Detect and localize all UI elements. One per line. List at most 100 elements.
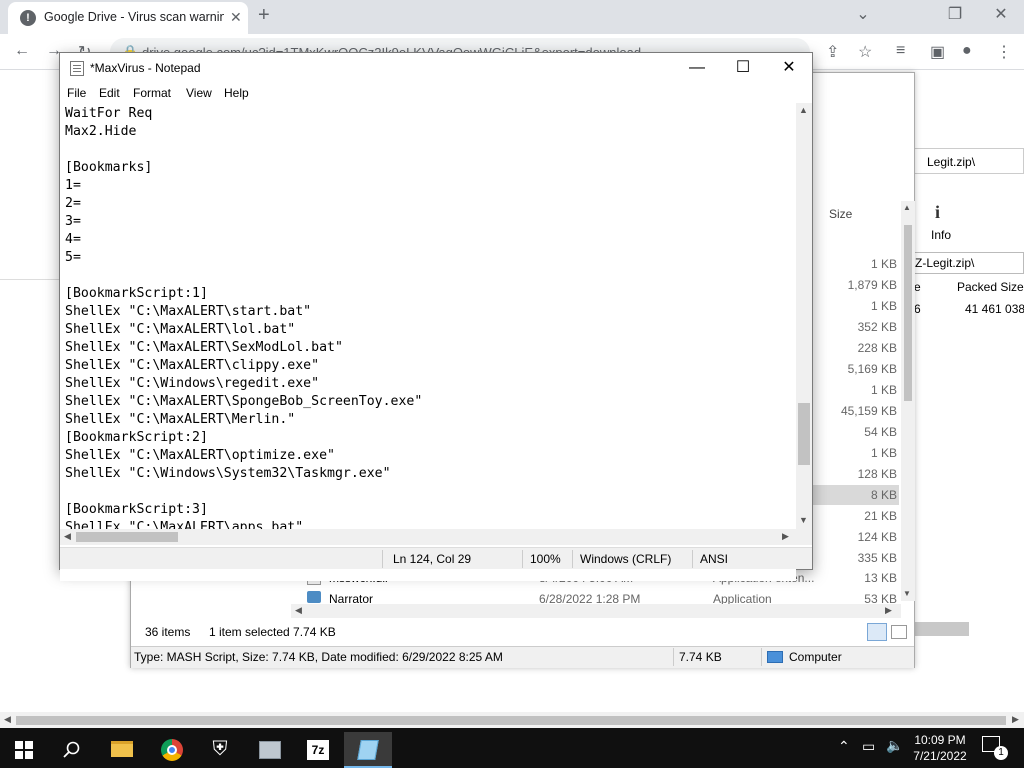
scroll-left-icon[interactable]: ◀ bbox=[4, 714, 11, 725]
computer-icon bbox=[259, 741, 281, 759]
start-button[interactable] bbox=[0, 732, 48, 768]
profile-icon[interactable]: ● bbox=[962, 42, 972, 60]
notepad-taskbar-button[interactable] bbox=[344, 732, 392, 768]
scroll-left-icon[interactable]: ◀ bbox=[64, 531, 71, 542]
vertical-scrollbar[interactable]: ▲ ▼ bbox=[796, 103, 812, 529]
security-taskbar-button[interactable]: ⛨ bbox=[196, 732, 244, 768]
file-size: 128 KB bbox=[857, 467, 897, 481]
file-size: 8 KB bbox=[870, 488, 897, 502]
scroll-up-icon[interactable]: ▲ bbox=[903, 203, 911, 212]
clock[interactable]: 10:09 PM 7/21/2022 bbox=[910, 732, 970, 764]
status-separator bbox=[692, 550, 693, 568]
scroll-thumb[interactable] bbox=[904, 225, 912, 401]
sevenzip-hscroll-thumb[interactable] bbox=[913, 622, 969, 636]
menu-edit[interactable]: Edit bbox=[99, 86, 120, 100]
narrator-icon bbox=[307, 591, 321, 603]
editor-line: 1= bbox=[65, 178, 81, 193]
file-size: 352 KB bbox=[857, 320, 897, 334]
share-icon[interactable]: ⇪ bbox=[826, 42, 839, 62]
maximize-button[interactable]: ☐ bbox=[720, 53, 766, 83]
close-tab-icon[interactable]: ✕ bbox=[230, 9, 242, 26]
page-divider bbox=[0, 70, 60, 280]
bookmark-star-icon[interactable]: ☆ bbox=[858, 42, 872, 62]
scroll-right-icon[interactable]: ▶ bbox=[1012, 714, 1019, 725]
editor-line: 3= bbox=[65, 214, 81, 229]
editor-line: [BookmarkScript:1] bbox=[65, 286, 208, 301]
scroll-left-icon[interactable]: ◀ bbox=[295, 605, 302, 616]
chrome-taskbar-button[interactable] bbox=[148, 732, 196, 768]
thumbnail-view-icon[interactable] bbox=[891, 625, 907, 639]
info-label[interactable]: Info bbox=[931, 228, 951, 242]
text-editor[interactable]: WaitFor Req Max2.Hide [Bookmarks] 1= 2= 3= 4=… bbox=[60, 103, 796, 581]
scroll-thumb[interactable] bbox=[798, 403, 810, 465]
restore-icon[interactable]: ❐ bbox=[932, 4, 978, 24]
volume-icon[interactable]: 🔈 bbox=[886, 737, 903, 754]
editor-line: Max2.Hide bbox=[65, 124, 137, 139]
network-icon[interactable]: ▭ bbox=[862, 738, 875, 755]
sevenzip-col-partial: e bbox=[914, 280, 921, 294]
app-taskbar-button[interactable] bbox=[246, 732, 294, 768]
editor-line: [BookmarkScript:3] bbox=[65, 502, 208, 517]
back-icon[interactable]: ← bbox=[14, 42, 30, 60]
file-size: 124 KB bbox=[857, 530, 897, 544]
media-icon[interactable]: ≡ bbox=[896, 42, 905, 60]
menu-format[interactable]: Format bbox=[133, 86, 171, 100]
status-separator bbox=[522, 550, 523, 568]
info-icon[interactable]: i bbox=[935, 202, 940, 223]
explorer-vertical-scrollbar[interactable]: ▲ ▼ bbox=[901, 201, 915, 601]
line-ending: Windows (CRLF) bbox=[580, 552, 672, 566]
close-button[interactable]: ✕ bbox=[766, 53, 812, 83]
notepad-window: *MaxVirus - Notepad — ☐ ✕ File Edit Form… bbox=[59, 52, 813, 581]
editor-line: ShellEx "C:\MaxALERT\SpongeBob_ScreenToy… bbox=[65, 394, 423, 409]
status-separator bbox=[761, 648, 762, 666]
scroll-down-icon[interactable]: ▼ bbox=[903, 589, 911, 598]
folder-icon bbox=[111, 741, 133, 757]
explorer-horizontal-scrollbar[interactable]: ◀ ▶ bbox=[291, 604, 901, 618]
scroll-down-icon[interactable]: ▼ bbox=[799, 515, 808, 525]
sevenzip-panel: Legit.zip\ i Info Z-Legit.zip\ e Packed … bbox=[913, 148, 1024, 708]
scroll-corner bbox=[796, 529, 812, 545]
details-size: 7.74 KB bbox=[679, 650, 722, 664]
minimize-button[interactable]: — bbox=[674, 53, 720, 83]
chevron-up-icon[interactable]: ⌃ bbox=[838, 738, 850, 755]
file-size: 45,159 KB bbox=[840, 404, 897, 418]
minimize-icon[interactable]: ⌄ bbox=[840, 4, 886, 24]
close-window-icon[interactable]: ✕ bbox=[978, 4, 1024, 24]
sevenzip-taskbar-button[interactable]: 7z bbox=[294, 732, 342, 768]
editor-line: ShellEx "C:\MaxALERT\Merlin." bbox=[65, 412, 296, 427]
chrome-menu-icon[interactable]: ⋮ bbox=[996, 42, 1012, 62]
sevenzip-icon: 7z bbox=[307, 740, 329, 760]
scroll-right-icon[interactable]: ▶ bbox=[885, 605, 892, 616]
chrome-tab[interactable]: ! Google Drive - Virus scan warning ✕ bbox=[8, 2, 248, 34]
search-button[interactable] bbox=[48, 732, 96, 768]
details-text: Type: MASH Script, Size: 7.74 KB, Date m… bbox=[134, 650, 503, 664]
scroll-up-icon[interactable]: ▲ bbox=[799, 105, 808, 115]
scroll-thumb[interactable] bbox=[16, 716, 1006, 725]
menu-help[interactable]: Help bbox=[224, 86, 249, 100]
size-column-header[interactable]: Size bbox=[829, 207, 852, 221]
new-tab-button[interactable]: + bbox=[258, 4, 270, 27]
file-size: 1 KB bbox=[870, 446, 897, 460]
side-panel-icon[interactable]: ▣ bbox=[930, 42, 945, 62]
file-size: 1 KB bbox=[870, 383, 897, 397]
notepad-titlebar[interactable]: *MaxVirus - Notepad — ☐ ✕ bbox=[60, 53, 812, 83]
shield-icon: ⛨ bbox=[212, 738, 228, 760]
file-explorer-taskbar-button[interactable] bbox=[98, 732, 146, 768]
taskbar: ⛨ 7z ⌃ ▭ 🔈 10:09 PM 7/21/2022 1 bbox=[0, 728, 1024, 768]
menu-file[interactable]: File bbox=[67, 86, 86, 100]
scroll-thumb[interactable] bbox=[76, 532, 178, 542]
editor-line: WaitFor Req bbox=[65, 106, 153, 121]
menu-view[interactable]: View bbox=[186, 86, 212, 100]
status-bar: Ln 124, Col 29 100% Windows (CRLF) ANSI bbox=[60, 547, 812, 569]
chrome-icon bbox=[161, 739, 183, 761]
horizontal-scrollbar[interactable]: ◀ ▶ bbox=[60, 529, 796, 545]
notepad-title: *MaxVirus - Notepad bbox=[90, 61, 201, 75]
windows-logo-icon bbox=[15, 741, 33, 759]
page-horizontal-scrollbar[interactable]: ◀ ▶ bbox=[0, 712, 1024, 728]
details-view-icon[interactable] bbox=[867, 623, 887, 641]
packed-size-header[interactable]: Packed Size bbox=[957, 280, 1024, 294]
scroll-right-icon[interactable]: ▶ bbox=[782, 531, 789, 542]
file-size: 54 KB bbox=[864, 425, 897, 439]
